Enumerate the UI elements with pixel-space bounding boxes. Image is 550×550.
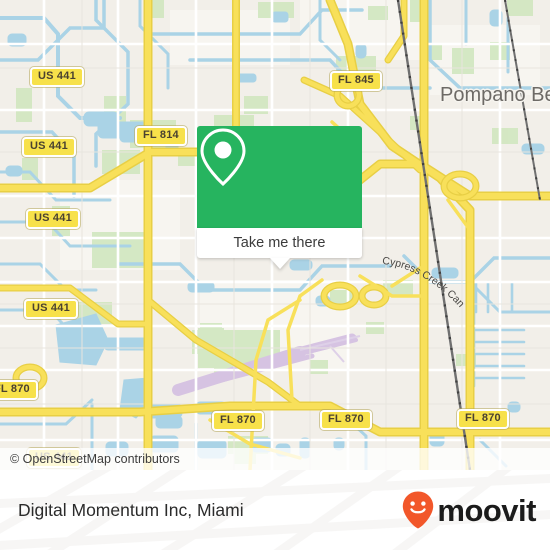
footer-bar: Digital Momentum Inc, Miami moovit [0,470,550,550]
map-screenshot: Cypress Creek Canal Pompano Be US 441US … [0,0,550,550]
city-label: Pompano Be [440,84,550,106]
take-me-there-button[interactable]: Take me there [197,228,362,258]
popup-header [197,126,362,228]
moovit-wordmark: moovit [437,492,536,528]
road-shield: US 441 [30,67,84,87]
road-shield: FL 845 [330,71,382,91]
popup-pointer [269,258,290,269]
location-popup[interactable]: Take me there [197,126,362,269]
road-shield: FL 870 [0,380,38,400]
road-shield: US 441 [22,137,76,157]
map-pin-icon [200,128,246,187]
moovit-smiley-pin-icon [403,491,434,529]
road-shield: FL 870 [320,410,372,430]
attribution-text: © OpenStreetMap contributors [10,452,180,466]
road-shield: US 441 [26,209,80,229]
take-me-there-label: Take me there [233,235,326,251]
map-attribution: © OpenStreetMap contributors [0,448,550,470]
map-canvas[interactable]: Cypress Creek Canal Pompano Be US 441US … [0,0,550,470]
road-shield: FL 814 [135,126,187,146]
road-shield: US 441 [24,299,78,319]
road-shield: FL 870 [457,409,509,429]
road-shield: FL 870 [212,411,264,431]
place-title: Digital Momentum Inc, Miami [18,499,244,520]
moovit-logo[interactable]: moovit [401,490,536,530]
